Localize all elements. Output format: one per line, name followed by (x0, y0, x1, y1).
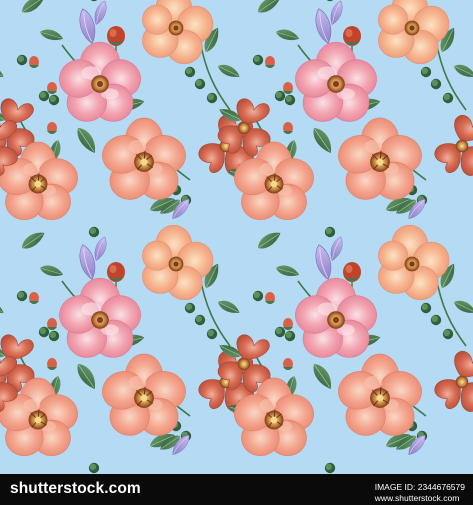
stock-image: shutterstock.com IMAGE ID: 2344676579 ww… (0, 0, 473, 505)
brand-logo-text: shutterstock.com (10, 480, 141, 497)
image-id-text: IMAGE ID: 2344676579 (374, 482, 465, 492)
floral-pattern-image (0, 0, 473, 474)
image-credit: IMAGE ID: 2344676579 www.shutterstock.co… (375, 482, 465, 503)
site-url-text: www.shutterstock.com (374, 492, 460, 503)
footer-bar: shutterstock.com IMAGE ID: 2344676579 ww… (0, 474, 473, 505)
